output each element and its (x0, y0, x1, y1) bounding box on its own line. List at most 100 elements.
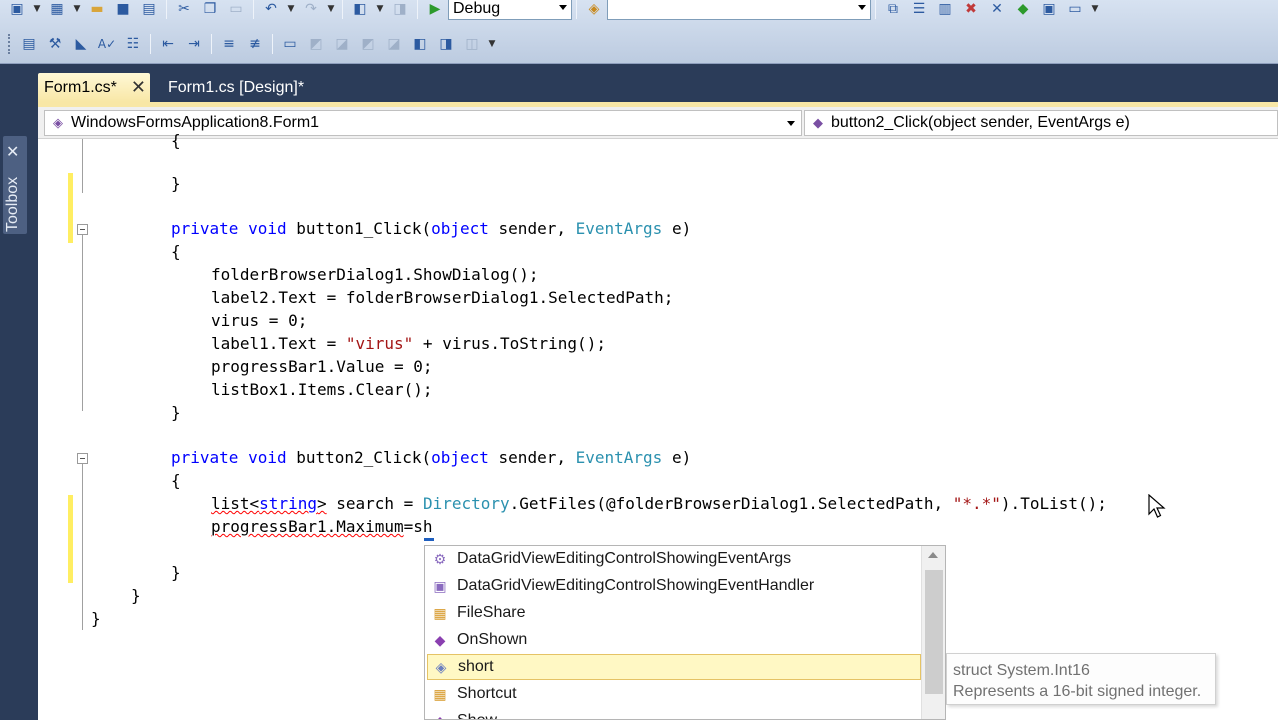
class-select[interactable]: ◈ WindowsFormsApplication8.Form1 (44, 110, 802, 136)
code-line: progressBar1.Maximum=sh (211, 517, 433, 536)
copy-icon[interactable]: ❐ (198, 0, 222, 20)
previous-bookmark-doc-icon[interactable]: ◧ (408, 33, 432, 55)
save-icon[interactable]: ■ (111, 0, 135, 20)
extension-manager-icon[interactable]: ▣ (1037, 0, 1061, 20)
code-line: { (171, 242, 181, 261)
display-word-completion-icon[interactable]: A✓ (95, 33, 119, 55)
solution-configuration-select[interactable]: Debug (448, 0, 572, 20)
dropdown-arrow-icon[interactable]: ▼ (31, 0, 43, 20)
navigate-backward-icon[interactable]: ◧ (348, 0, 372, 20)
previous-bookmark-folder-icon[interactable]: ◩ (356, 33, 380, 55)
redo-icon[interactable]: ↷ (299, 0, 323, 20)
dropdown-arrow-icon[interactable]: ▼ (71, 0, 83, 20)
tooltip-signature: struct System.Int16 (953, 662, 1090, 679)
completion-list[interactable]: ⚙ DataGridViewEditingControlShowingEvent… (424, 545, 946, 720)
start-debugging-icon[interactable]: ▶ (423, 0, 447, 20)
uncomment-lines-icon[interactable]: ≢ (243, 33, 267, 55)
code-line: private void button1_Click(object sender… (171, 219, 692, 238)
struct-icon: ◈ (435, 658, 447, 675)
document-tabs: Form1.cs* ✕ Form1.cs [Design]* (38, 73, 1278, 103)
open-folder-icon[interactable]: ▬ (85, 0, 109, 20)
undo-icon[interactable]: ↶ (259, 0, 283, 20)
decrease-indent-icon[interactable]: ⇤ (156, 33, 180, 55)
method-icon: ◆ (434, 631, 446, 648)
text-caret (424, 538, 434, 541)
toolbar-options-icon[interactable]: ▼ (1089, 0, 1101, 20)
tab-form1-design[interactable]: Form1.cs [Design]* (162, 73, 310, 102)
code-line: label2.Text = folderBrowserDialog1.Selec… (211, 288, 674, 307)
find-in-files-icon[interactable]: ◈ (582, 0, 606, 20)
display-quick-info-icon[interactable]: ◣ (69, 33, 93, 55)
previous-bookmark-icon[interactable]: ◩ (304, 33, 328, 55)
separator (150, 34, 151, 54)
tab-form1-cs[interactable]: Form1.cs* ✕ (38, 73, 150, 102)
separator (875, 0, 876, 19)
completion-scrollbar[interactable] (921, 546, 945, 719)
command-window-icon[interactable]: ▭ (1063, 0, 1087, 20)
toolbox-icon[interactable]: ✖ (959, 0, 983, 20)
toolbar-grip[interactable] (8, 34, 12, 54)
completion-item-selected[interactable]: ◈ short (427, 654, 921, 680)
start-page-icon[interactable]: ◆ (1011, 0, 1035, 20)
member-select[interactable]: ◆ button2_Click(object sender, EventArgs… (804, 110, 1278, 136)
find-combo[interactable] (607, 0, 871, 20)
paste-icon[interactable]: ▭ (224, 0, 248, 20)
separator (166, 0, 167, 19)
collapse-icon[interactable] (77, 453, 88, 464)
toggle-bookmark-icon[interactable]: ▭ (278, 33, 302, 55)
quick-info-tooltip: struct System.Int16 Represents a 16-bit … (946, 653, 1216, 705)
properties-icon[interactable]: ☰ (907, 0, 931, 20)
completion-item[interactable]: ▦ FileShare (427, 600, 921, 626)
close-icon[interactable]: ✕ (131, 77, 146, 98)
save-all-icon[interactable]: ▤ (137, 0, 161, 20)
solution-explorer-icon[interactable]: ⧉ (881, 0, 905, 20)
toolbar-options-icon[interactable]: ▼ (486, 33, 498, 55)
next-bookmark-doc-icon[interactable]: ◨ (434, 33, 458, 55)
outline-line (82, 139, 83, 193)
display-object-member-list-icon[interactable]: ▤ (17, 33, 41, 55)
object-browser-icon[interactable]: ▥ (933, 0, 957, 20)
new-project-icon[interactable]: ▣ (5, 0, 29, 20)
tools-icon[interactable]: ✕ (985, 0, 1009, 20)
increase-indent-icon[interactable]: ⇥ (182, 33, 206, 55)
chevron-down-icon (858, 5, 866, 10)
separator (272, 34, 273, 54)
code-line: folderBrowserDialog1.ShowDialog(); (211, 265, 539, 284)
completion-item[interactable]: ▣ DataGridViewEditingControlShowingEvent… (427, 573, 921, 599)
next-bookmark-icon[interactable]: ◪ (330, 33, 354, 55)
completion-item[interactable]: ▦ Shortcut (427, 681, 921, 707)
enum-icon: ▦ (433, 685, 447, 702)
code-line: list<string> search = Directory.GetFiles… (211, 494, 1107, 513)
dropdown-arrow-icon[interactable]: ▼ (285, 0, 297, 20)
add-item-icon[interactable]: ▦ (45, 0, 69, 20)
cut-icon[interactable]: ✂ (172, 0, 196, 20)
class-icon: ⚙ (433, 550, 447, 567)
comment-lines-icon[interactable]: ≡ (217, 33, 241, 55)
completion-item[interactable]: ⚙ DataGridViewEditingControlShowingEvent… (427, 546, 921, 572)
format-document-icon[interactable]: ☷ (121, 33, 145, 55)
code-line: } (131, 586, 141, 605)
member-select-value: button2_Click(object sender, EventArgs e… (831, 114, 1130, 131)
completion-item[interactable]: ◆ Show (427, 708, 921, 719)
code-line: { (171, 471, 181, 490)
display-parameter-info-icon[interactable]: ⚒ (43, 33, 67, 55)
toolbox-pin-icon[interactable]: ✕ (6, 142, 19, 161)
separator (211, 34, 212, 54)
clear-bookmarks-icon[interactable]: ◫ (460, 33, 484, 55)
scrollbar-thumb[interactable] (925, 570, 943, 694)
code-line: label1.Text = "virus" + virus.ToString()… (211, 334, 606, 353)
delegate-icon: ▣ (433, 577, 447, 594)
scroll-up-icon[interactable] (928, 552, 938, 558)
code-line: } (171, 403, 181, 422)
collapse-icon[interactable] (77, 224, 88, 235)
next-bookmark-folder-icon[interactable]: ◪ (382, 33, 406, 55)
code-line: } (91, 609, 101, 628)
dropdown-arrow-icon[interactable]: ▼ (325, 0, 337, 20)
code-line: } (171, 174, 181, 193)
dropdown-arrow-icon[interactable]: ▼ (374, 0, 386, 20)
method-icon: ◆ (813, 115, 823, 130)
completion-item[interactable]: ◆ OnShown (427, 627, 921, 653)
navigate-forward-icon[interactable]: ◨ (388, 0, 412, 20)
code-line: listBox1.Items.Clear(); (211, 380, 433, 399)
change-marker (68, 495, 73, 583)
